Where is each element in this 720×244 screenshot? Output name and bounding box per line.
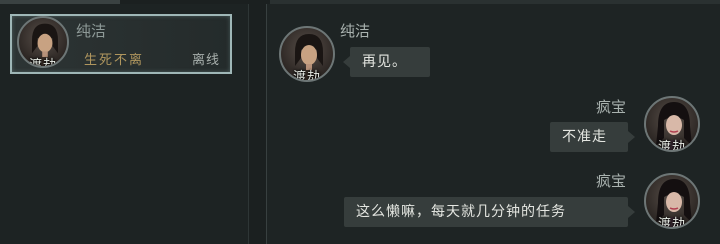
contact-card-selected[interactable]: 渡劫 纯洁 生死不离 离线 (10, 14, 232, 74)
avatar-rank-label: 渡劫 (28, 58, 58, 68)
sender-avatar[interactable]: 渡劫 (644, 96, 700, 152)
avatar-rank-label: 渡劫 (657, 217, 687, 229)
avatar-rank-label: 渡劫 (292, 70, 322, 82)
message-bubble: 再见。 (343, 47, 430, 77)
sender-avatar[interactable]: 渡劫 (644, 173, 700, 229)
avatar-rank-label: 渡劫 (657, 140, 687, 152)
sender-avatar[interactable]: 渡劫 (279, 26, 335, 82)
message-sender-name: 疯宝 (596, 98, 627, 116)
contact-list-panel: 渡劫 纯洁 生死不离 离线 (0, 4, 249, 244)
contact-avatar[interactable]: 渡劫 (17, 16, 69, 68)
message-sender-name: 纯洁 (340, 22, 371, 40)
message-bubble: 不准走 (550, 122, 635, 152)
contact-name: 纯洁 (76, 22, 107, 40)
contact-motto: 生死不离 (84, 53, 145, 68)
contact-status: 离线 (192, 53, 221, 68)
message-bubble: 这么懒嘛，每天就几分钟的任务 (344, 197, 635, 227)
message-sender-name: 疯宝 (596, 172, 627, 190)
